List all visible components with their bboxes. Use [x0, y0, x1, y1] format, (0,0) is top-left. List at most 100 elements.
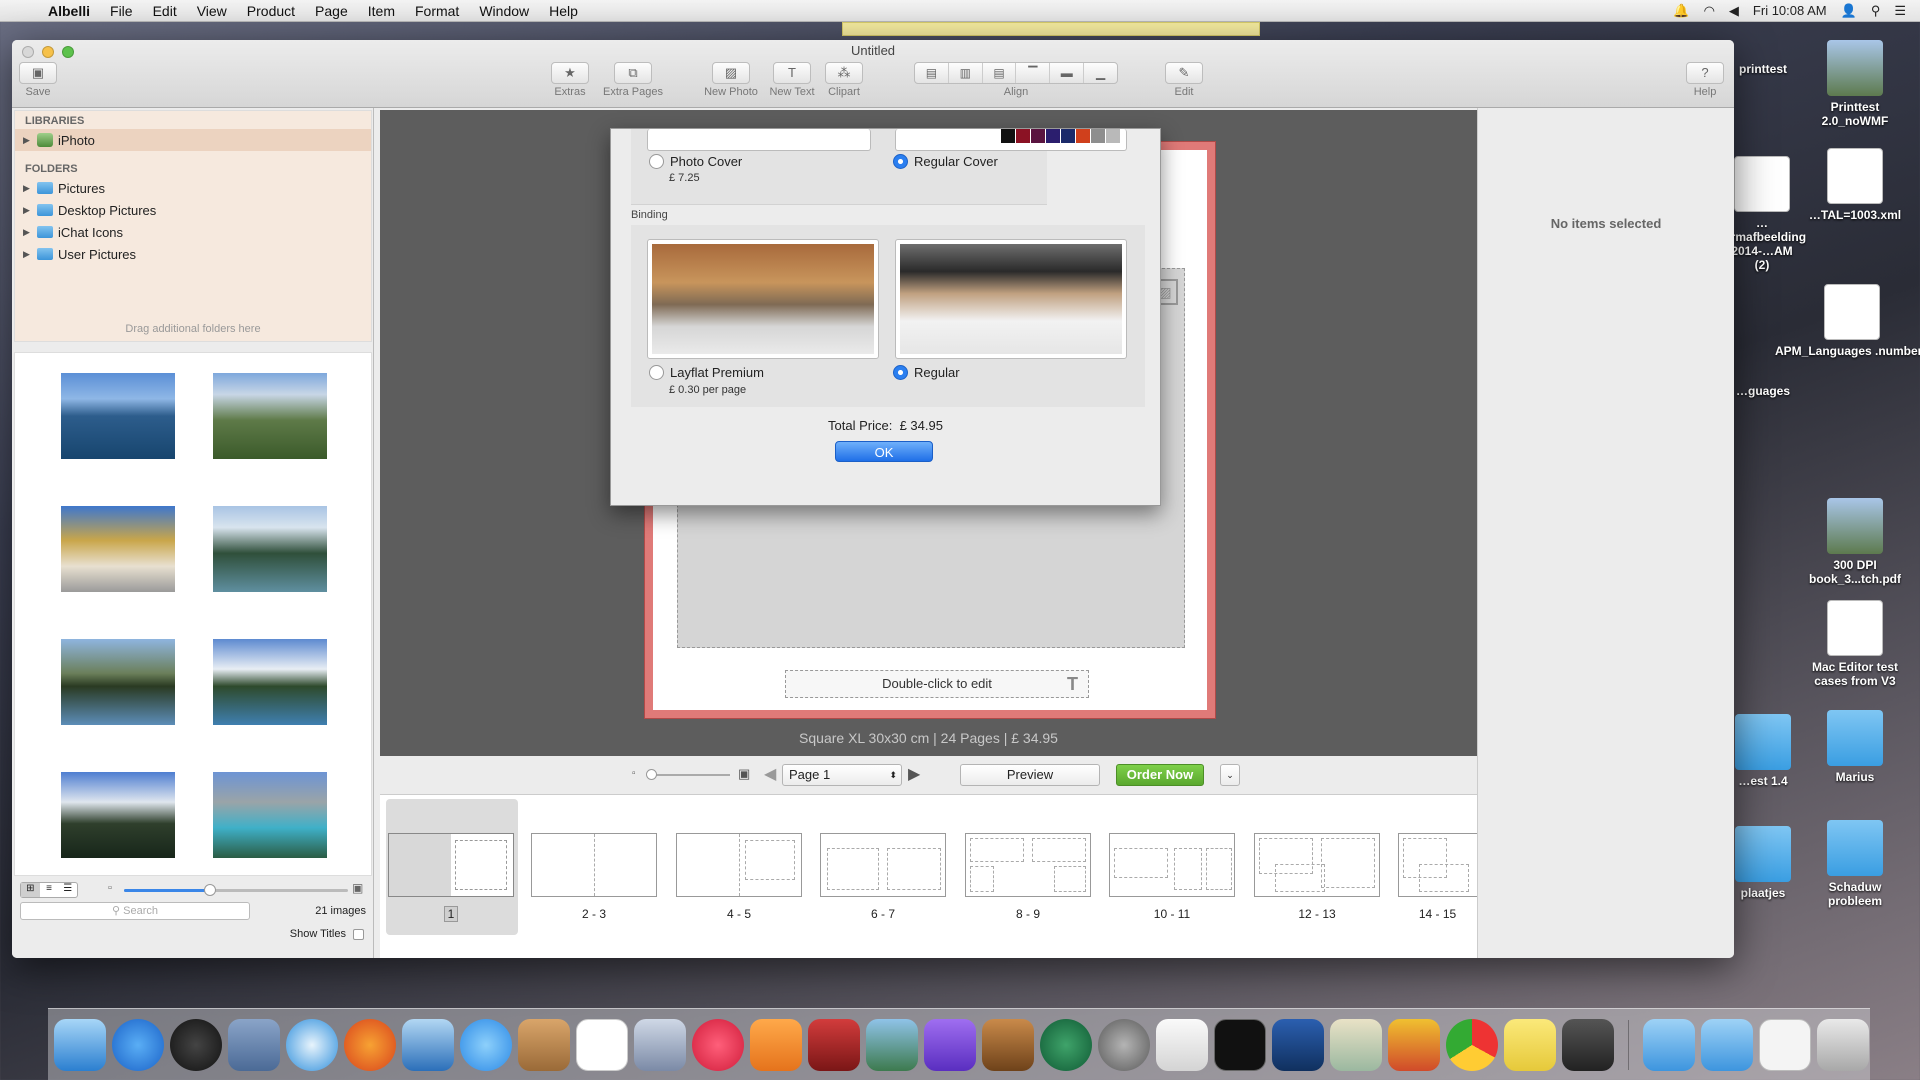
desktop-icon-partial-5[interactable]: plaatjes	[1728, 826, 1798, 900]
trash-icon[interactable]	[1817, 1018, 1869, 1071]
photo-thumbnail[interactable]	[213, 373, 327, 459]
folder-user-pictures[interactable]: ▶ User Pictures	[15, 243, 371, 265]
time-machine-icon[interactable]	[1040, 1018, 1092, 1071]
menu-item[interactable]: Item	[358, 3, 405, 19]
cover-color-swatch[interactable]	[1106, 129, 1120, 143]
search-input[interactable]: ⚲ Search	[20, 902, 250, 920]
detail-view-icon[interactable]: ☰	[58, 883, 77, 897]
desktop-icon-numbers[interactable]: APM_Languages .numbers	[1772, 284, 1920, 358]
menu-view[interactable]: View	[187, 3, 237, 19]
firefox-icon[interactable]	[344, 1018, 396, 1071]
photo-cover-tile[interactable]	[647, 129, 871, 151]
photo-thumbnail[interactable]	[61, 506, 175, 592]
regular-cover-tile[interactable]	[895, 129, 1127, 151]
desktop-icon-partial-2[interactable]: …ermafbeelding 2014-…AM (2)	[1724, 156, 1806, 272]
numbers-icon[interactable]	[1388, 1018, 1440, 1071]
menu-app[interactable]: Albelli	[38, 3, 100, 19]
itunes-icon[interactable]	[692, 1018, 744, 1071]
regular-binding-tile[interactable]	[895, 239, 1127, 359]
desktop-icon-marius[interactable]: Marius	[1800, 710, 1910, 784]
desktop-icon-xml[interactable]: …TAL=1003.xml	[1800, 148, 1910, 222]
folder-ichat-icons[interactable]: ▶ iChat Icons	[15, 221, 371, 243]
calendar-icon[interactable]	[576, 1018, 628, 1071]
instruments-icon[interactable]	[1272, 1018, 1324, 1071]
clipart-button[interactable]: ⁂ Clipart	[816, 62, 872, 98]
user-icon[interactable]: 👤	[1841, 3, 1857, 19]
notification-icon[interactable]: 🔔	[1673, 3, 1689, 19]
layflat-tile[interactable]	[647, 239, 879, 359]
spread-thumbnail[interactable]	[1254, 833, 1380, 897]
cover-color-swatch[interactable]	[1016, 129, 1030, 143]
photo-thumbnail[interactable]	[213, 772, 327, 858]
previous-page-icon[interactable]: ◀	[764, 764, 776, 784]
desktop-icon-partial-3[interactable]: …guages	[1728, 384, 1798, 398]
photo-thumbnail[interactable]	[213, 506, 327, 592]
folder-desktop-pictures[interactable]: ▶ Desktop Pictures	[15, 199, 371, 221]
zoom-out-icon[interactable]: ▫	[632, 768, 636, 779]
cover-color-swatch[interactable]	[1031, 129, 1045, 143]
spread-thumbnail[interactable]	[1109, 833, 1235, 897]
cover-color-swatch[interactable]	[1061, 129, 1075, 143]
clock[interactable]: Fri 10:08 AM	[1753, 3, 1827, 18]
text-placeholder[interactable]: Double-click to edit T	[785, 670, 1089, 698]
textedit-icon[interactable]	[1156, 1018, 1208, 1071]
photo-thumbnail[interactable]	[61, 639, 175, 725]
show-titles-checkbox[interactable]	[353, 929, 364, 940]
help-button[interactable]: ? Help	[1684, 62, 1726, 98]
menu-help[interactable]: Help	[539, 3, 588, 19]
thumbnail-size-slider[interactable]	[124, 884, 348, 896]
desktop-icon-schaduw[interactable]: Schaduw probleem	[1800, 820, 1910, 908]
cover-color-swatch[interactable]	[1046, 129, 1060, 143]
photo-booth-icon[interactable]	[808, 1018, 860, 1071]
regular-cover-radio[interactable]: Regular Cover	[893, 154, 998, 169]
menu-window[interactable]: Window	[469, 3, 539, 19]
desktop-icon-testcases[interactable]: Mac Editor test cases from V3	[1800, 600, 1910, 688]
dashboard-icon[interactable]	[170, 1018, 222, 1071]
order-now-button[interactable]: Order Now	[1116, 764, 1204, 786]
spread-thumbnail[interactable]	[820, 833, 946, 897]
list-icon[interactable]: ☰	[1894, 3, 1906, 19]
zoom-slider[interactable]	[646, 769, 730, 780]
library-iphoto[interactable]: ▶ iPhoto	[15, 129, 371, 151]
next-page-icon[interactable]: ▶	[908, 764, 920, 784]
spread-thumbnail[interactable]	[676, 833, 802, 897]
spotlight-icon[interactable]: ⚲	[1871, 3, 1881, 19]
cover-color-swatch[interactable]	[1001, 129, 1015, 143]
disclosure-icon[interactable]: ▶	[23, 135, 35, 146]
chrome-icon[interactable]	[1446, 1018, 1498, 1071]
safari-icon[interactable]	[286, 1018, 338, 1071]
grid-view-icon[interactable]: ⊞	[21, 883, 40, 897]
iphoto-icon[interactable]	[866, 1018, 918, 1071]
disclosure-icon[interactable]: ▶	[23, 227, 35, 238]
new-photo-button[interactable]: ▨ New Photo	[698, 62, 764, 98]
photo-cover-radio[interactable]: Photo Cover	[649, 154, 742, 169]
ok-button[interactable]: OK	[835, 441, 933, 462]
align-center-icon[interactable]: ▥	[949, 63, 983, 83]
align-top-icon[interactable]: ▔	[1016, 63, 1051, 83]
disclosure-icon[interactable]: ▶	[23, 249, 35, 260]
folder-pictures[interactable]: ▶ Pictures	[15, 177, 371, 199]
align-left-icon[interactable]: ▤	[915, 63, 949, 83]
menu-file[interactable]: File	[100, 3, 143, 19]
photo-thumbnail[interactable]	[61, 373, 175, 459]
spread-thumbnail[interactable]	[1398, 833, 1477, 897]
desktop-icon-pdf[interactable]: 300 DPI book_3...tch.pdf	[1800, 498, 1910, 586]
mail-icon[interactable]	[402, 1018, 454, 1071]
imovie-icon[interactable]	[924, 1018, 976, 1071]
finder-icon[interactable]	[54, 1018, 106, 1071]
document-stack-icon[interactable]	[1759, 1018, 1811, 1071]
disclosure-icon[interactable]: ▶	[23, 205, 35, 216]
spread-thumbnail[interactable]	[388, 833, 514, 897]
layflat-radio[interactable]: Layflat Premium	[649, 365, 764, 380]
applications-folder-icon[interactable]	[1643, 1018, 1695, 1071]
save-button[interactable]: ▣ Save	[18, 62, 58, 98]
messages-icon[interactable]	[460, 1018, 512, 1071]
menu-page[interactable]: Page	[305, 3, 358, 19]
contacts-icon[interactable]	[518, 1018, 570, 1071]
zoom-in-icon[interactable]: ▣	[738, 766, 750, 782]
disclosure-icon[interactable]: ▶	[23, 183, 35, 194]
cover-color-swatch[interactable]	[1091, 129, 1105, 143]
garageband-icon[interactable]	[982, 1018, 1034, 1071]
image-capture-icon[interactable]	[634, 1018, 686, 1071]
list-view-icon[interactable]: ≡	[40, 883, 59, 897]
